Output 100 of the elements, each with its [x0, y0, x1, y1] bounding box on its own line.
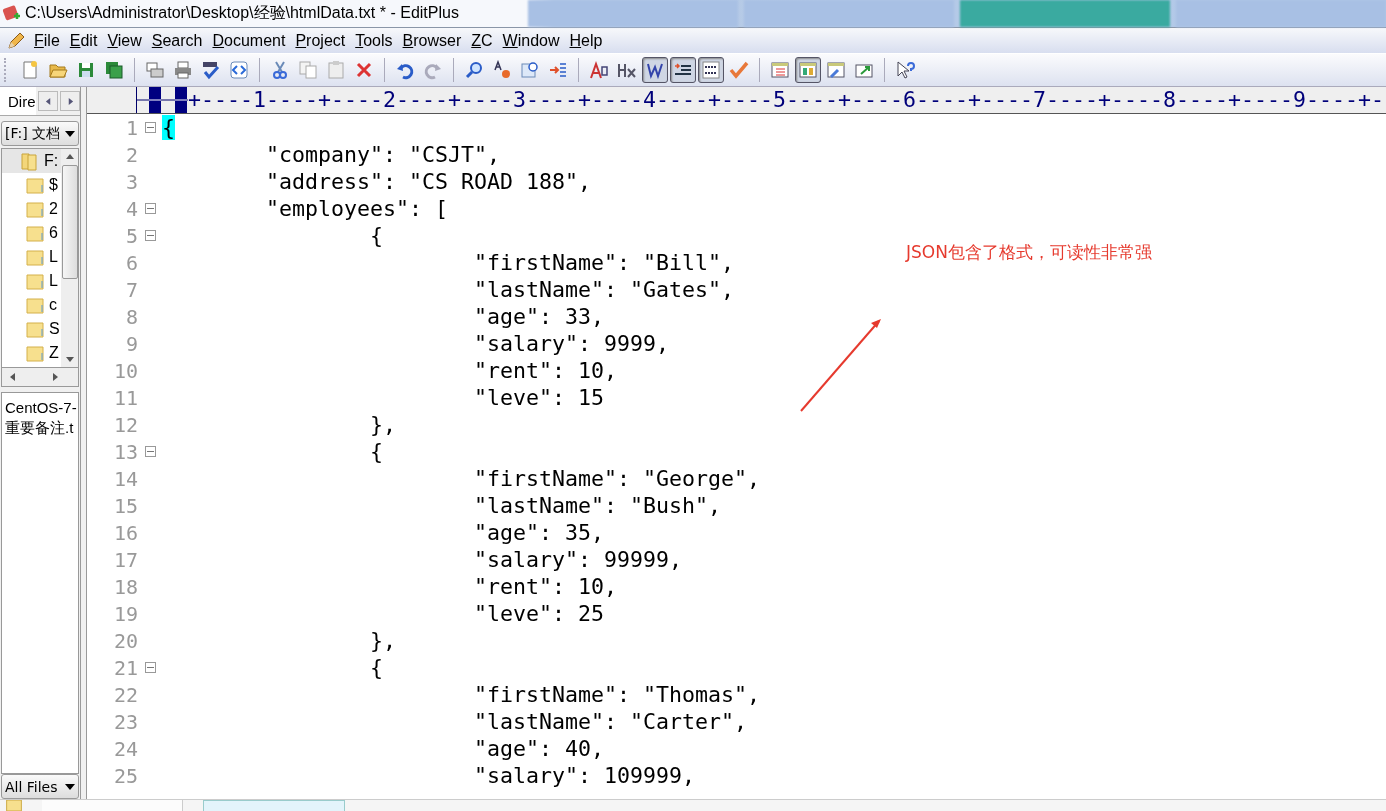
code-line: "lastName": "Gates",	[473, 277, 735, 302]
right-arrow-icon	[66, 97, 74, 105]
folder-icon	[25, 199, 45, 219]
code-line: "lastName": "Bush",	[473, 493, 722, 518]
menu-item[interactable]: Edit	[65, 31, 104, 50]
line-number: 18	[112, 574, 138, 599]
menu-item[interactable]: File	[30, 31, 66, 50]
toolbar-button[interactable]	[795, 57, 821, 83]
folder-icon	[25, 223, 45, 243]
menu-item[interactable]: Help	[565, 31, 609, 50]
code-line: },	[369, 628, 397, 653]
indent-icon	[548, 60, 568, 80]
code-line: "age": 35,	[473, 520, 605, 545]
folder-icon	[25, 319, 45, 339]
save-icon	[76, 60, 96, 80]
fold-toggle-icon[interactable]	[144, 122, 156, 133]
folder-item[interactable]: $	[2, 173, 58, 197]
line-number: 17	[112, 547, 138, 572]
menu-item[interactable]: ZC	[467, 31, 499, 50]
line-number: 6	[124, 250, 138, 275]
spellcheck-icon	[201, 60, 221, 80]
code-line: "lastName": "Carter",	[473, 709, 748, 734]
document-entry[interactable]: CentOS-7-	[2, 397, 78, 418]
line-number: 4	[124, 196, 138, 221]
ruler-scale: +----1----+----2----+----3----+----4----+----5----+----6----+----7----+----8----+----9----+-	[188, 87, 1385, 113]
print-preview-icon	[145, 60, 165, 80]
folder-item[interactable]: 6	[2, 221, 58, 245]
line-number: 7	[124, 277, 138, 302]
pencil-icon	[6, 30, 26, 51]
scroll-thumb[interactable]	[61, 165, 78, 279]
tab-scroll-right-button[interactable]	[60, 91, 80, 111]
line-number: 5	[124, 223, 138, 248]
code-line: },	[369, 412, 397, 437]
folder-item[interactable]: L	[2, 269, 58, 293]
fold-toggle-icon[interactable]	[144, 230, 156, 241]
line-number: 9	[124, 331, 138, 356]
menu-item[interactable]: Project	[291, 31, 352, 50]
menu-item[interactable]: Tools	[351, 31, 399, 50]
fold-toggle-icon[interactable]	[144, 446, 156, 457]
folder-icon	[25, 271, 45, 291]
folder-icon	[25, 247, 45, 267]
save-all-icon	[104, 60, 124, 80]
code-line: "age": 40,	[473, 736, 605, 761]
menu-item[interactable]: Window	[498, 31, 566, 50]
menu-item[interactable]: Browser	[398, 31, 468, 50]
new-file-icon	[20, 60, 40, 80]
code-line: "employees": [	[265, 196, 449, 221]
code-line: "age": 33,	[473, 304, 605, 329]
fold-toggle-icon[interactable]	[144, 662, 156, 673]
tab-scroll-left-button[interactable]	[38, 91, 58, 111]
line-number: 24	[112, 736, 138, 761]
code-line: {	[369, 439, 384, 464]
code-line: {	[369, 655, 384, 680]
line-number: 23	[112, 709, 138, 734]
code-line: "leve": 25	[473, 601, 605, 626]
line-number: 12	[112, 412, 138, 437]
checkmark-icon	[729, 60, 749, 80]
menu-item[interactable]: View	[103, 31, 148, 50]
delete-icon	[354, 60, 374, 80]
layout-icon	[798, 60, 818, 80]
code-line: "salary": 109999,	[473, 763, 696, 788]
line-number: 25	[112, 763, 138, 788]
code-line: "company": "CSJT",	[265, 142, 501, 167]
up-arrow-icon	[65, 154, 74, 159]
vertical-scrollbar[interactable]	[61, 149, 78, 367]
folder-item[interactable]: Z	[2, 341, 59, 365]
toolbar-button[interactable]	[670, 57, 696, 83]
folder-item[interactable]: F:	[2, 149, 61, 173]
annotation-text: JSON包含了格式，可读性非常强	[906, 241, 1152, 264]
line-number: 8	[124, 304, 138, 329]
folder-item[interactable]: c	[2, 293, 57, 317]
folder-item[interactable]: S	[2, 317, 60, 341]
code-line: "address": "CS ROAD 188",	[265, 169, 592, 194]
folder-item[interactable]: L	[2, 245, 58, 269]
horizontal-scrollbar[interactable]	[1, 368, 79, 387]
dropdown-arrow-icon	[65, 783, 75, 790]
drive-dropdown[interactable]: [F:] 文档	[1, 121, 79, 146]
fold-toggle-icon[interactable]	[144, 203, 156, 214]
file-filter-dropdown[interactable]: All Files	[1, 774, 79, 799]
code-line: "salary": 99999,	[473, 547, 683, 572]
code-brackets-icon	[229, 60, 249, 80]
folder-icon	[20, 151, 40, 171]
line-number: 19	[112, 601, 138, 626]
tools-window-icon	[826, 60, 846, 80]
line-number: 22	[112, 682, 138, 707]
folder-item[interactable]: 2	[2, 197, 58, 221]
toolbar-button[interactable]	[642, 57, 668, 83]
folder-icon	[25, 175, 45, 195]
left-arrow-icon	[10, 373, 15, 381]
menu-item[interactable]: Search	[147, 31, 209, 50]
directory-tab[interactable]: Dire	[0, 87, 36, 115]
toolbar-button[interactable]	[698, 57, 724, 83]
menu-item[interactable]: Document	[208, 31, 292, 50]
copy-icon	[298, 60, 318, 80]
code-line: "rent": 10,	[473, 358, 618, 383]
code-line: "firstName": "George",	[473, 466, 761, 491]
folder-icon	[25, 343, 45, 363]
replace-icon	[492, 60, 512, 80]
down-arrow-icon	[65, 357, 74, 362]
document-entry[interactable]: 重要备注.t	[2, 418, 78, 439]
